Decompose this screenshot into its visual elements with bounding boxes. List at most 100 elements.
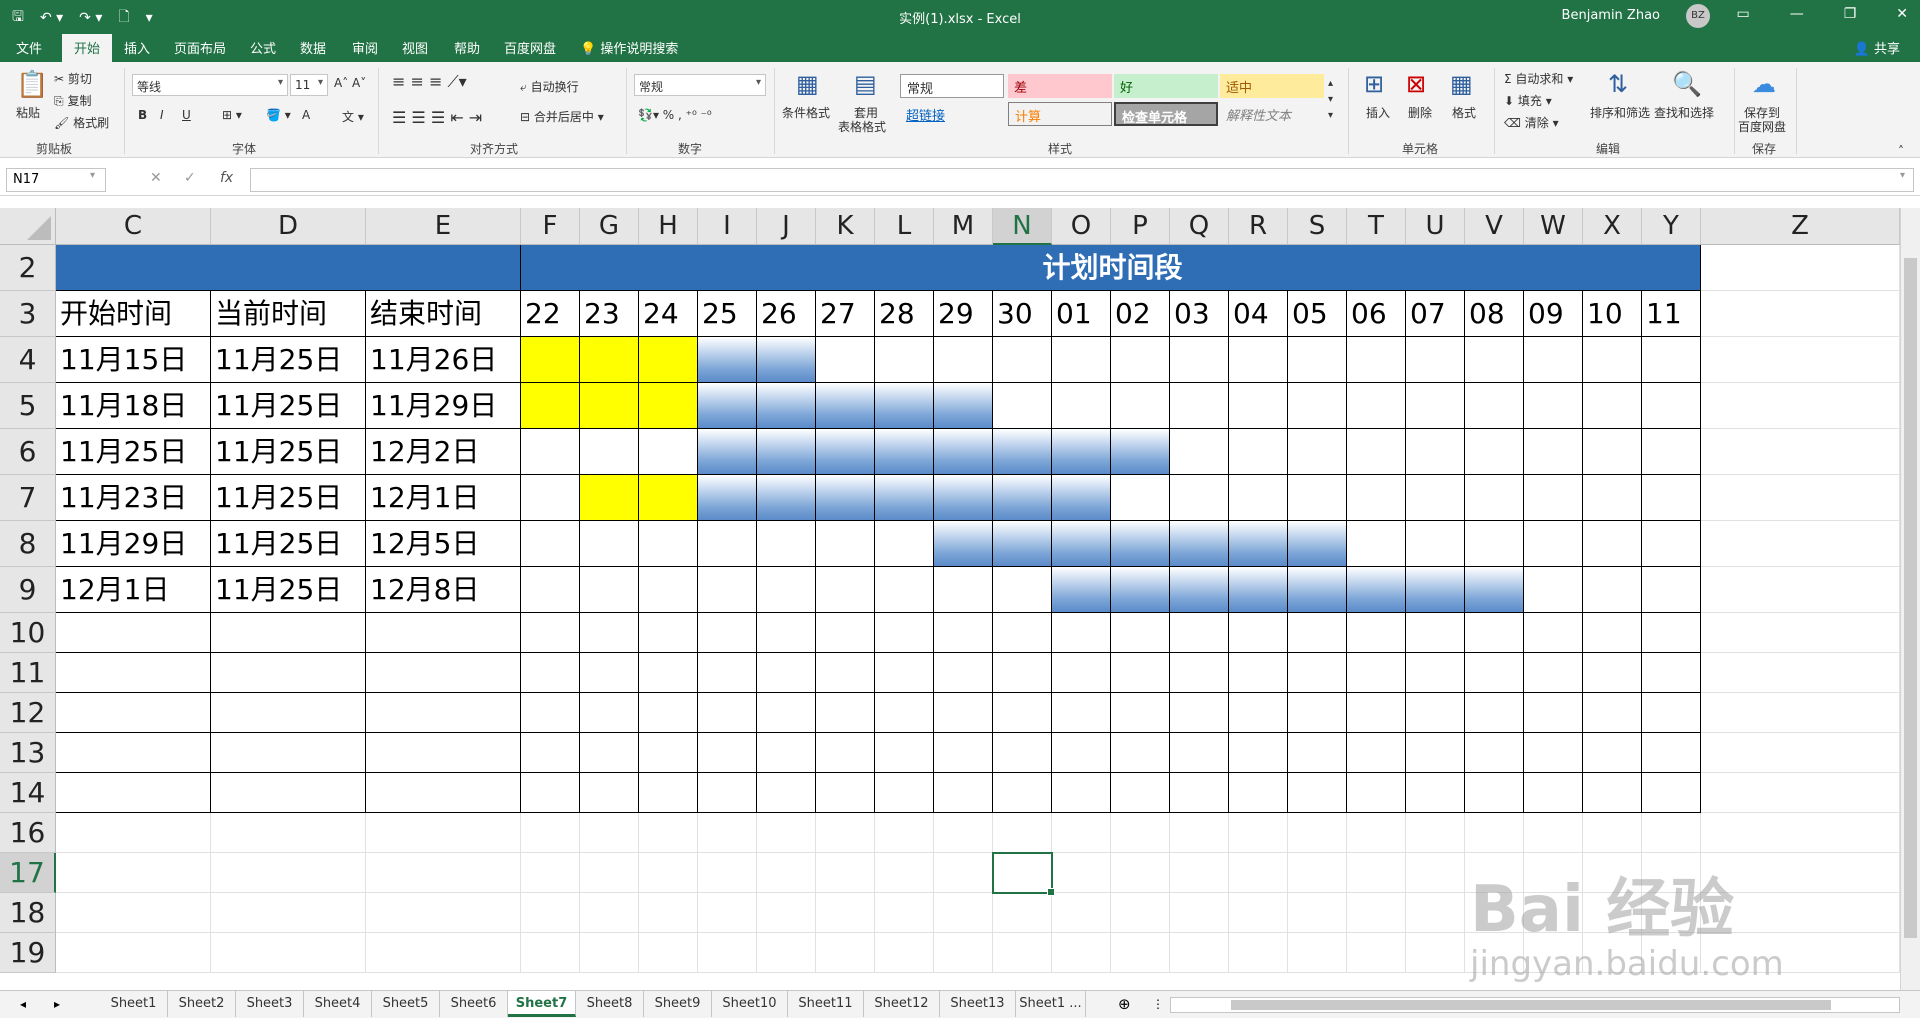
cell[interactable]	[211, 853, 366, 893]
gantt-bar-cell[interactable]	[580, 475, 639, 521]
paste-icon[interactable]: 📋	[16, 70, 48, 100]
cell[interactable]	[1111, 813, 1170, 853]
number-format-combo[interactable]: 常规	[634, 74, 766, 96]
gantt-cell[interactable]	[1583, 567, 1642, 613]
column-header[interactable]: D	[211, 208, 366, 245]
empty-cell[interactable]	[1288, 653, 1347, 693]
empty-cell[interactable]	[1052, 693, 1111, 733]
current-date-cell[interactable]: 11月25日	[211, 383, 366, 429]
cell[interactable]	[1288, 853, 1347, 893]
border-icon[interactable]: ⊞ ▾	[222, 108, 242, 122]
gantt-cell[interactable]	[1229, 429, 1288, 475]
empty-cell[interactable]	[1465, 653, 1524, 693]
cell[interactable]	[1701, 291, 1900, 337]
tell-me-search[interactable]: 💡 操作说明搜索	[580, 38, 678, 57]
save-to-line2[interactable]: 百度网盘	[1738, 118, 1786, 135]
empty-cell[interactable]	[521, 613, 580, 653]
gantt-bar-cell[interactable]	[993, 475, 1052, 521]
cell[interactable]	[1111, 893, 1170, 933]
gantt-bar-cell[interactable]	[993, 429, 1052, 475]
gantt-cell[interactable]	[934, 567, 993, 613]
copy-button[interactable]: ⎘ 复制	[54, 92, 91, 109]
cell[interactable]	[816, 933, 875, 973]
gantt-cell[interactable]	[1229, 475, 1288, 521]
empty-cell[interactable]	[1642, 613, 1701, 653]
gantt-cell[interactable]	[1524, 383, 1583, 429]
cell[interactable]	[1701, 773, 1900, 813]
cell[interactable]	[1701, 613, 1900, 653]
gantt-cell[interactable]	[1406, 521, 1465, 567]
empty-cell[interactable]	[698, 693, 757, 733]
cut-button[interactable]: ✂ 剪切	[54, 70, 92, 87]
header-band-left[interactable]	[56, 245, 521, 291]
gantt-cell[interactable]	[1583, 383, 1642, 429]
cell[interactable]	[934, 813, 993, 853]
gantt-cell[interactable]	[993, 337, 1052, 383]
minimize-icon[interactable]: —	[1790, 6, 1804, 22]
gantt-cell[interactable]	[1524, 429, 1583, 475]
cell[interactable]	[1701, 733, 1900, 773]
empty-cell[interactable]	[934, 733, 993, 773]
gantt-cell[interactable]	[1406, 475, 1465, 521]
column-header[interactable]: Q	[1170, 208, 1229, 245]
gantt-bar-cell[interactable]	[1347, 567, 1406, 613]
cell[interactable]	[1229, 933, 1288, 973]
gantt-bar-cell[interactable]	[698, 337, 757, 383]
start-date-cell[interactable]: 11月23日	[56, 475, 211, 521]
gantt-cell[interactable]	[580, 567, 639, 613]
cell[interactable]	[1111, 933, 1170, 973]
cell[interactable]	[875, 893, 934, 933]
find-select-button[interactable]: 查找和选择	[1654, 104, 1714, 121]
day-cell[interactable]: 27	[816, 291, 875, 337]
cell[interactable]	[580, 893, 639, 933]
empty-cell[interactable]	[56, 693, 211, 733]
autosum-button[interactable]: Σ 自动求和 ▾	[1504, 70, 1573, 87]
delete-cells-button[interactable]: 删除	[1408, 104, 1432, 121]
cell[interactable]	[56, 893, 211, 933]
empty-cell[interactable]	[1406, 653, 1465, 693]
gantt-bar-cell[interactable]	[1229, 567, 1288, 613]
empty-cell[interactable]	[1583, 613, 1642, 653]
empty-cell[interactable]	[639, 693, 698, 733]
gantt-cell[interactable]	[1583, 521, 1642, 567]
empty-cell[interactable]	[816, 693, 875, 733]
empty-cell[interactable]	[1170, 693, 1229, 733]
column-header[interactable]: V	[1465, 208, 1524, 245]
empty-cell[interactable]	[1347, 693, 1406, 733]
empty-cell[interactable]	[639, 653, 698, 693]
sheet-tab[interactable]: Sheet1 ...	[1016, 991, 1086, 1017]
gantt-bar-cell[interactable]	[757, 475, 816, 521]
fill-color-icon[interactable]: 🪣 ▾	[266, 108, 291, 122]
gantt-bar-cell[interactable]	[580, 337, 639, 383]
cell[interactable]	[1701, 521, 1900, 567]
sheet-tab[interactable]: Sheet8	[576, 991, 644, 1017]
empty-cell[interactable]	[757, 693, 816, 733]
empty-cell[interactable]	[875, 773, 934, 813]
sheet-tab[interactable]: Sheet9	[644, 991, 712, 1017]
row-header[interactable]: 3	[0, 291, 56, 337]
gantt-cell[interactable]	[1406, 429, 1465, 475]
day-cell[interactable]: 24	[639, 291, 698, 337]
empty-cell[interactable]	[1583, 773, 1642, 813]
empty-cell[interactable]	[1642, 693, 1701, 733]
gantt-cell[interactable]	[580, 429, 639, 475]
vertical-scrollbar[interactable]	[1900, 208, 1920, 990]
cell[interactable]	[56, 933, 211, 973]
cell[interactable]	[1701, 813, 1900, 853]
gantt-cell[interactable]	[1642, 521, 1701, 567]
select-all-corner[interactable]	[0, 208, 56, 245]
cell[interactable]	[1052, 933, 1111, 973]
user-name[interactable]: Benjamin Zhao	[1562, 8, 1660, 23]
gantt-bar-cell[interactable]	[521, 383, 580, 429]
gantt-bar-cell[interactable]	[639, 337, 698, 383]
gantt-bar-cell[interactable]	[875, 383, 934, 429]
gantt-cell[interactable]	[521, 475, 580, 521]
empty-cell[interactable]	[875, 733, 934, 773]
empty-cell[interactable]	[366, 733, 521, 773]
gantt-cell[interactable]	[1642, 429, 1701, 475]
styles-scroll-icon[interactable]: ▴ ▾ ▾	[1328, 76, 1333, 124]
cell[interactable]	[1347, 853, 1406, 893]
empty-cell[interactable]	[993, 733, 1052, 773]
table-format-icon[interactable]: ▤	[854, 70, 877, 98]
cell[interactable]	[1406, 813, 1465, 853]
